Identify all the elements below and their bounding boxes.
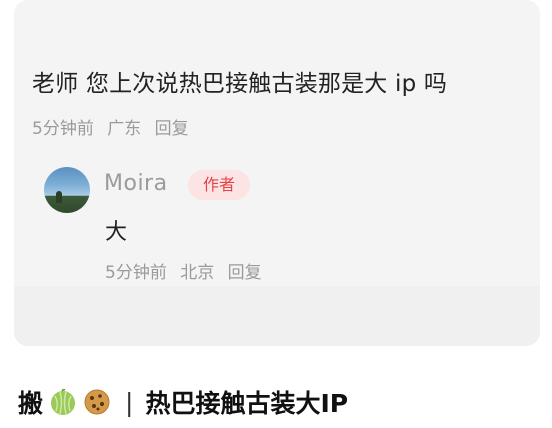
post-title[interactable]: 搬 | 热巴接触古装大IP [18,384,348,420]
melon-icon [51,388,76,415]
author-badge: 作者 [188,170,250,200]
avatar[interactable] [44,167,90,213]
comment-meta: 5分钟前 广东 回复 [32,114,189,139]
comment-time: 5分钟前 [32,119,94,139]
reply-username[interactable]: Moira [104,171,168,196]
comment-text[interactable]: 老师 您上次说热巴接触古装那是大 ip 吗 [32,64,447,98]
comment-reply-button[interactable]: 回复 [155,119,189,139]
title-separator: | [125,387,134,417]
cookie-icon [84,389,110,415]
post-prefix: 搬 [18,389,44,418]
avatar-tree-silhouette [56,191,62,203]
reply-meta: 5分钟前 北京 回复 [105,258,262,283]
card-bottom-area [14,286,540,346]
reply-reply-button[interactable]: 回复 [228,263,262,283]
reply-time: 5分钟前 [105,263,167,283]
card-top-area [14,0,540,56]
comment-card: 老师 您上次说热巴接触古装那是大 ip 吗 5分钟前 广东 回复 Moira 作… [14,0,540,346]
comment-location: 广东 [107,119,142,139]
reply-text[interactable]: 大 [105,214,127,246]
post-title-text: 热巴接触古装大IP [145,389,349,418]
reply-location: 北京 [180,263,215,283]
page: 老师 您上次说热巴接触古装那是大 ip 吗 5分钟前 广东 回复 Moira 作… [0,0,552,428]
